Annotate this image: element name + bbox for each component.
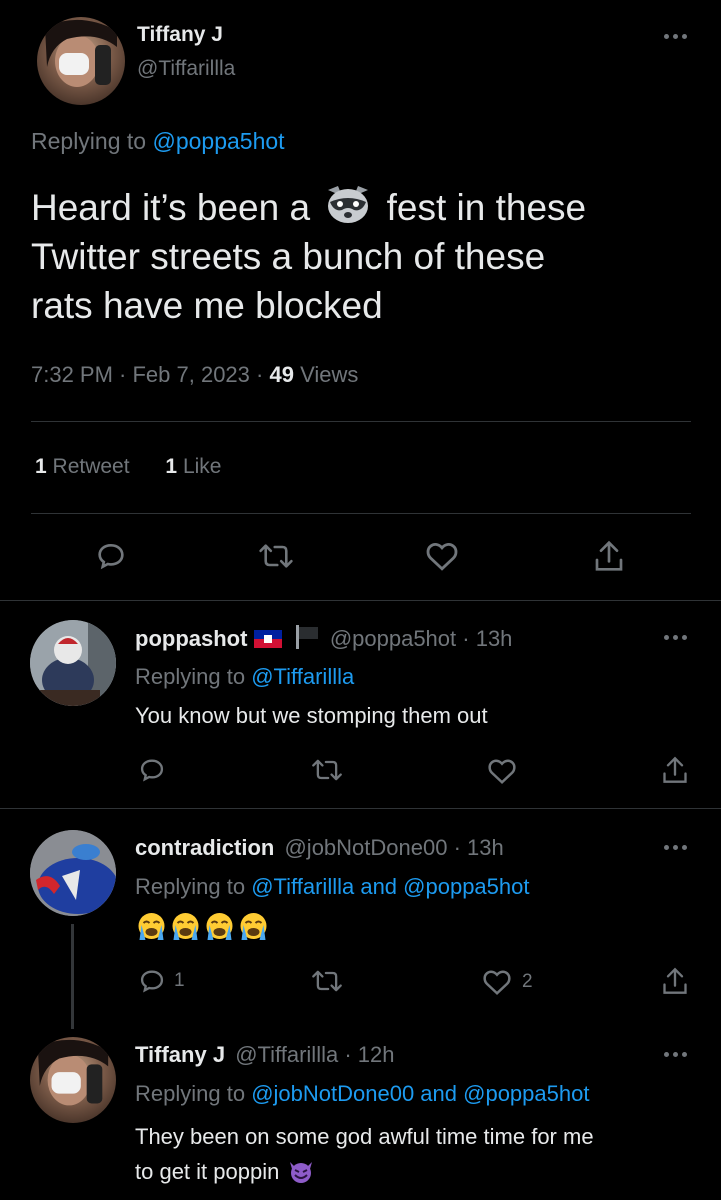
- reply-button[interactable]: [138, 756, 166, 784]
- flag-icon: [294, 625, 320, 649]
- like-count: 2: [522, 971, 533, 992]
- divider: [31, 513, 691, 514]
- avatar[interactable]: [30, 1037, 116, 1123]
- reply-count: 1: [174, 970, 185, 991]
- stats-row: 1 Retweet 1 Like: [35, 455, 221, 479]
- replying-prefix: Replying to: [135, 664, 246, 689]
- reply-text-line-2: to get it poppin: [135, 1154, 594, 1189]
- more-dots-icon[interactable]: [664, 635, 687, 640]
- reply-time[interactable]: · 13h: [454, 835, 504, 860]
- reply-header: contradiction @jobNotDone00 · 13h: [135, 835, 504, 861]
- retweet-button[interactable]: [311, 967, 343, 995]
- timestamp-line: 7:32 PM · Feb 7, 2023 · 49 Views: [31, 362, 358, 388]
- replying-prefix: Replying to: [31, 128, 147, 154]
- divider: [0, 600, 721, 601]
- reply-text-line-2-text: to get it poppin: [135, 1159, 280, 1184]
- speech-bubble-icon: [140, 759, 164, 782]
- reply-button[interactable]: 1: [138, 967, 185, 995]
- author-handle[interactable]: @poppa5hot: [330, 626, 456, 651]
- crying-face-icon: [172, 913, 199, 940]
- reply-header: poppashot @poppa5hot · 13h: [135, 625, 512, 652]
- share-button[interactable]: [661, 965, 689, 997]
- speech-bubble-icon: [98, 543, 124, 570]
- tweet-text: Heard it’s been a fest in these Twitter …: [31, 183, 691, 330]
- replying-prefix: Replying to: [135, 1081, 246, 1106]
- replying-prefix: Replying to: [135, 874, 246, 899]
- like-button[interactable]: [425, 540, 459, 572]
- reply-text: They been on some god awful time time fo…: [135, 1119, 594, 1189]
- reply-time[interactable]: · 13h: [462, 626, 512, 651]
- share-icon: [663, 967, 687, 994]
- author-handle[interactable]: @jobNotDone00: [284, 835, 447, 860]
- speech-bubble-icon: [140, 970, 164, 993]
- avatar[interactable]: [37, 17, 125, 105]
- replying-to-link[interactable]: @poppa5hot: [152, 128, 284, 154]
- author-name[interactable]: poppashot: [135, 626, 247, 651]
- retweet-label[interactable]: Retweet: [53, 455, 130, 478]
- views-count: 49: [269, 362, 294, 387]
- author-name[interactable]: Tiffany J: [135, 1042, 225, 1067]
- like-count[interactable]: 1: [165, 455, 177, 478]
- replying-to-link[interactable]: @Tiffarillla and @poppa5hot: [251, 874, 529, 899]
- share-icon: [595, 540, 623, 571]
- retweet-icon: [259, 544, 293, 568]
- crying-face-icon: [240, 913, 267, 940]
- reply-header: Tiffany J @Tiffarillla · 12h: [135, 1042, 395, 1068]
- more-dots-icon[interactable]: [664, 1052, 687, 1057]
- share-button[interactable]: [593, 538, 625, 574]
- like-button[interactable]: 2: [482, 968, 533, 996]
- tweet-text-part-2: fest in these: [386, 187, 587, 228]
- replying-to-link[interactable]: @jobNotDone00 and @poppa5hot: [251, 1081, 589, 1106]
- retweet-button[interactable]: [311, 756, 343, 784]
- avatar[interactable]: [30, 620, 116, 706]
- tweet-text-line-3: rats have me blocked: [31, 285, 383, 326]
- divider: [31, 421, 691, 422]
- share-button[interactable]: [661, 754, 689, 786]
- tweet-text-part-1: Heard it’s been a: [31, 187, 311, 228]
- more-dots-icon[interactable]: [664, 34, 687, 39]
- avatar[interactable]: [30, 830, 116, 916]
- replying-to-link[interactable]: @Tiffarillla: [251, 664, 354, 689]
- smiling-devil-icon: [287, 1158, 315, 1184]
- author-name[interactable]: contradiction: [135, 835, 274, 860]
- divider: [0, 808, 721, 809]
- author-handle[interactable]: @Tiffarillla: [137, 57, 235, 81]
- haiti-flag-icon: [253, 630, 282, 648]
- crying-face-icon: [206, 913, 233, 940]
- reply-button[interactable]: [95, 540, 127, 572]
- reply-text: You know but we stomping them out: [135, 703, 488, 728]
- tweet-text-line-2: Twitter streets a bunch of these: [31, 236, 546, 277]
- retweet-icon: [312, 759, 342, 781]
- more-dots-icon[interactable]: [664, 845, 687, 850]
- timestamp[interactable]: 7:32 PM · Feb 7, 2023 ·: [31, 362, 263, 387]
- share-icon: [663, 756, 687, 783]
- heart-icon: [426, 542, 458, 571]
- replying-line: Replying to @Tiffarillla: [135, 664, 354, 690]
- author-handle[interactable]: @Tiffarillla: [235, 1042, 338, 1067]
- heart-icon: [483, 970, 511, 995]
- reply-text-line-1: They been on some god awful time time fo…: [135, 1124, 594, 1149]
- thread-line: [71, 924, 74, 1029]
- crying-emoji-row: [135, 912, 270, 942]
- author-name[interactable]: Tiffany J: [137, 23, 223, 47]
- heart-icon: [488, 759, 516, 784]
- replying-line: Replying to @Tiffarillla and @poppa5hot: [135, 874, 529, 900]
- crying-face-icon: [138, 913, 165, 940]
- retweet-button[interactable]: [258, 540, 294, 572]
- replying-line: Replying to @poppa5hot: [31, 128, 285, 155]
- tweet-text-line-1: Heard it’s been a fest in these: [31, 183, 691, 232]
- views-label: Views: [300, 362, 359, 387]
- replying-line: Replying to @jobNotDone00 and @poppa5hot: [135, 1081, 589, 1107]
- raccoon-icon: [324, 184, 372, 226]
- retweet-icon: [312, 970, 342, 992]
- like-label[interactable]: Like: [183, 455, 222, 478]
- reply-time[interactable]: · 12h: [344, 1042, 394, 1067]
- like-button[interactable]: [487, 757, 517, 785]
- retweet-count[interactable]: 1: [35, 455, 47, 478]
